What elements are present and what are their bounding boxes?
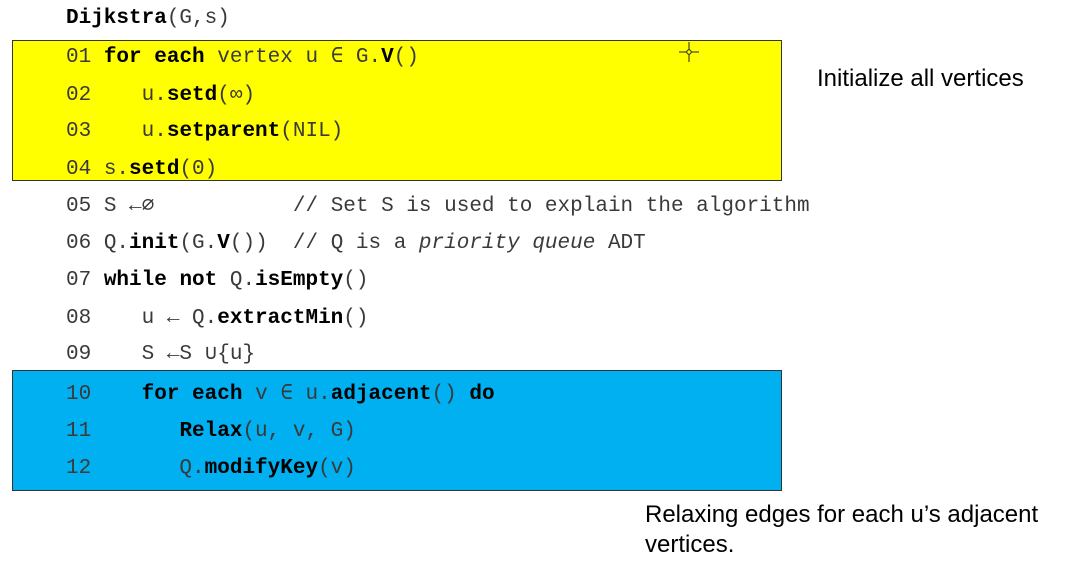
code-line-06: 06 Q.init(G.V()) // Q is a priority queu… — [66, 229, 646, 259]
keyword: setparent — [166, 120, 281, 143]
keyword: setd — [166, 84, 218, 107]
code-text: () — [343, 269, 369, 292]
keyword: isEmpty — [255, 269, 344, 292]
line-number: 09 — [66, 343, 92, 366]
code-line-01: 01 for each vertex u ∈ G.V() — [66, 43, 419, 73]
code-text: (u, v, G) — [242, 420, 356, 443]
code-text: (0) — [179, 158, 218, 181]
code-text: () — [393, 46, 419, 69]
keyword: while not — [103, 269, 218, 292]
code-line-09: 09 S ←S ∪{u} — [66, 340, 255, 370]
code-text: u ← Q. — [91, 307, 218, 330]
line-number: 07 — [66, 269, 92, 292]
code-line-05: 05 S ←∅ // Set S is used to explain the … — [66, 192, 810, 222]
line-number: 01 — [66, 46, 92, 69]
code-text: Q. — [91, 457, 205, 480]
line-number: 05 — [66, 195, 92, 218]
line-number: 02 — [66, 84, 92, 107]
keyword: setd — [129, 158, 180, 181]
code-line-11: 11 Relax(u, v, G) — [66, 417, 356, 447]
code-text: (∞) — [217, 84, 256, 107]
keyword: modifyKey — [204, 457, 319, 480]
code-text: vertex u ∈ G. — [204, 46, 382, 69]
code-text: S ←∅ // Set S is used to explain the alg… — [91, 195, 810, 218]
function-args: (G,s) — [166, 7, 230, 30]
code-line-03: 03 u.setparent(NIL) — [66, 117, 343, 147]
code-text: () — [431, 383, 470, 406]
line-number: 12 — [66, 457, 92, 480]
code-line-02: 02 u.setd(∞) — [66, 81, 255, 111]
keyword: for each — [103, 46, 205, 69]
keyword: do — [469, 383, 495, 406]
code-text: (NIL) — [280, 120, 344, 143]
line-number: 08 — [66, 307, 92, 330]
line-number: 03 — [66, 120, 92, 143]
code-comment: ADT — [595, 232, 646, 255]
line-number: 10 — [66, 383, 92, 406]
keyword: adjacent — [330, 383, 432, 406]
code-line-10: 10 for each v ∈ u.adjacent() do — [66, 380, 495, 410]
annotation-initialize: Initialize all vertices — [817, 65, 1024, 92]
line-number: 04 — [66, 158, 92, 181]
code-text: Q. — [91, 232, 130, 255]
keyword: Relax — [179, 420, 243, 443]
keyword: extractMin — [217, 307, 344, 330]
function-signature: Dijkstra(G,s) — [66, 4, 230, 34]
crosshair-cursor-icon — [679, 42, 699, 62]
keyword: V — [381, 46, 394, 69]
code-line-12: 12 Q.modifyKey(v) — [66, 454, 356, 484]
code-text: (G. — [179, 232, 218, 255]
code-line-08: 08 u ← Q.extractMin() — [66, 304, 369, 334]
code-comment-italic: priority queue — [418, 232, 596, 255]
code-comment: ()) // Q is a — [229, 232, 419, 255]
code-text: (v) — [318, 457, 356, 480]
code-text: v ∈ u. — [242, 383, 331, 406]
keyword: V — [217, 232, 230, 255]
code-line-04: 04 s.setd(0) — [66, 155, 217, 185]
line-number: 11 — [66, 420, 92, 443]
code-text: u. — [91, 84, 167, 107]
code-text: S ←S ∪{u} — [91, 343, 256, 366]
code-text: () — [343, 307, 369, 330]
line-number: 06 — [66, 232, 92, 255]
keyword: init — [129, 232, 180, 255]
code-text: u. — [91, 120, 167, 143]
keyword: for each — [141, 383, 243, 406]
function-name: Dijkstra — [66, 7, 167, 30]
annotation-relax: Relaxing edges for each u’s adjacent ver… — [645, 501, 1039, 558]
code-line-07: 07 while not Q.isEmpty() — [66, 266, 369, 296]
code-text: Q. — [217, 269, 256, 292]
code-text: s. — [91, 158, 130, 181]
